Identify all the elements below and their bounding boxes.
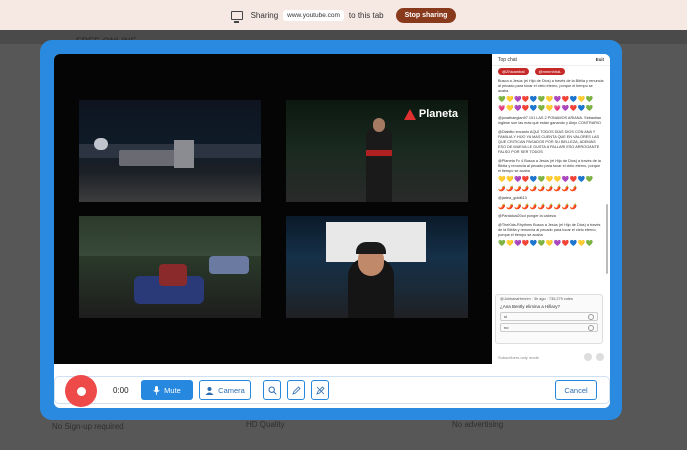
- chat-poll: @JohhanaHenrim · 3h ago · 735,279 votes …: [495, 294, 603, 344]
- shared-url: www.youtube.com: [283, 9, 344, 21]
- recording-timer: 0:00: [113, 386, 129, 395]
- chat-message: @Pantalcal20cd ponger la cabeza: [498, 214, 556, 218]
- pinned-user[interactable]: @mmmhhaL: [534, 68, 566, 75]
- emoji-row: 💚💛💜❤️💙💚💛💜❤️💙💛💚: [498, 241, 594, 247]
- sharing-prefix: Sharing: [250, 10, 279, 20]
- camera-button[interactable]: Camera: [199, 380, 251, 400]
- sharing-banner: Sharing www.youtube.com to this tab Stop…: [0, 0, 687, 30]
- pinned-users: @Zhicambal @mmmhhaL: [492, 66, 610, 77]
- recording-preview: Planeta Top chat Exit @Zhicambal @mmmhha…: [54, 54, 610, 408]
- super-chat-icon[interactable]: [596, 353, 604, 361]
- stop-sharing-button[interactable]: Stop sharing: [395, 7, 457, 23]
- user-camera-icon: [205, 386, 214, 395]
- screen-recorder-panel: Planeta Top chat Exit @Zhicambal @mmmhha…: [40, 40, 622, 420]
- background-feature-2: HD Quality: [246, 420, 285, 429]
- background-feature-1: No Sign-up required: [52, 422, 124, 431]
- record-dot-icon: [76, 386, 86, 396]
- chat-message: @Diablito encanto AQUÍ TODOS DÍAS DIOS C…: [498, 130, 600, 154]
- poll-option-label: no: [504, 325, 509, 330]
- planeta-logo: Planeta: [403, 108, 458, 120]
- record-button[interactable]: [65, 375, 97, 407]
- camera-label: Camera: [218, 385, 245, 395]
- radio-icon[interactable]: [588, 324, 594, 331]
- pen-icon: [291, 385, 301, 395]
- video-tile-beach-night: [79, 100, 261, 202]
- emoji-row: 💚💛💜❤️💙💚💛💜❤️💙💛💚: [498, 97, 594, 103]
- chat-header: Top chat Exit: [492, 54, 610, 66]
- chat-mode-notice: Subscribers-only mode: [498, 354, 539, 360]
- chat-message: Busca a Jesús (el Hijo de Dios) a través…: [498, 79, 604, 93]
- zoom-button[interactable]: [263, 380, 281, 400]
- emoji-row: 💛💛💜❤️💙💚💛💛💜❤️💙💚: [498, 177, 594, 183]
- emoji-picker-icon[interactable]: [584, 353, 592, 361]
- emoji-row: 💗💛💜❤️💙💚💛💗💜❤️💙💚: [498, 106, 594, 112]
- video-tile-woman: [286, 216, 468, 318]
- radio-icon[interactable]: [588, 313, 594, 320]
- poll-option[interactable]: no: [500, 323, 598, 332]
- video-tile-camp: [79, 216, 261, 318]
- mute-label: Mute: [164, 385, 181, 395]
- microphone-icon: [153, 385, 160, 395]
- poll-option-label: si: [504, 314, 507, 319]
- screen-share-icon: [230, 10, 243, 23]
- background-feature-3: No advertising: [452, 420, 504, 429]
- emoji-row: 🌶️🌶️🌶️🌶️🌶️🌶️🌶️🌶️🌶️🌶️: [498, 204, 578, 210]
- chat-message: @jonathanglan97 101 LAS 2 PONAMOS ARIANA…: [498, 116, 602, 125]
- recorder-controls: 0:00 Mute Camera Cancel: [54, 375, 610, 407]
- video-tile-man-standing: Planeta: [286, 100, 468, 202]
- chat-scrollbar[interactable]: [606, 204, 608, 274]
- magnifier-icon: [268, 386, 277, 395]
- mute-button[interactable]: Mute: [141, 380, 193, 400]
- sharing-suffix: to this tab: [348, 10, 384, 20]
- poll-meta: @JohhanaHenrim · 3h ago · 735,279 votes: [500, 297, 573, 301]
- planeta-logo-icon: [403, 108, 416, 120]
- chat-message: @Planeta Fc 4 Busca a Jesús (el Hijo de …: [498, 159, 601, 173]
- chat-title[interactable]: Top chat: [498, 57, 517, 63]
- chat-message: @jadea_gold613: [498, 196, 527, 200]
- planeta-logo-text: Planeta: [418, 108, 458, 120]
- video-player[interactable]: Planeta: [54, 54, 492, 364]
- chat-exit-button[interactable]: Exit: [596, 57, 604, 62]
- poll-option[interactable]: si: [500, 312, 598, 321]
- live-chat: Top chat Exit @Zhicambal @mmmhhaL Busca …: [492, 54, 610, 364]
- pen-off-icon: [315, 385, 325, 395]
- emoji-row: 🌶️🌶️🌶️🌶️🌶️🌶️🌶️🌶️🌶️🌶️: [498, 186, 578, 192]
- draw-button[interactable]: [287, 380, 305, 400]
- draw-off-button[interactable]: [311, 380, 329, 400]
- pinned-user[interactable]: @Zhicambal: [498, 68, 529, 75]
- cancel-button[interactable]: Cancel: [555, 380, 597, 400]
- chat-message: @TheKids-Rhythms Busca a Jesús (el Hijo …: [498, 223, 601, 237]
- chat-footer: Subscribers-only mode: [492, 350, 610, 364]
- poll-question: ¿Ana Bently elimina a Hillary?: [500, 304, 561, 309]
